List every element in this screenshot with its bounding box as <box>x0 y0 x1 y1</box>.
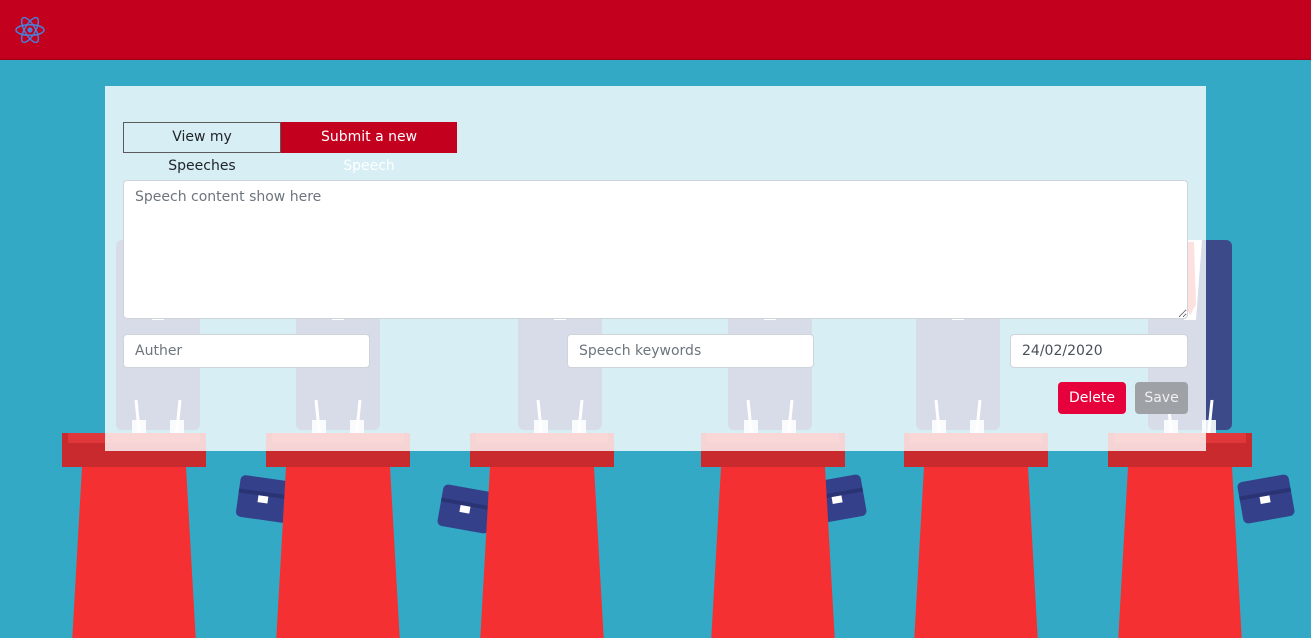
speech-content-textarea[interactable] <box>123 180 1188 319</box>
date-input[interactable] <box>1010 334 1188 368</box>
delete-button[interactable]: Delete <box>1058 382 1126 414</box>
speech-tabs: View my Speeches Submit a new Speech <box>123 122 457 174</box>
author-input[interactable] <box>123 334 370 368</box>
tab-submit-new-speech[interactable]: Submit a new Speech <box>281 122 457 174</box>
tab-view-my-speeches[interactable]: View my Speeches <box>123 122 281 174</box>
speech-form-panel: View my Speeches Submit a new Speech Del… <box>105 86 1206 451</box>
react-atom-icon[interactable] <box>14 14 46 46</box>
top-navbar <box>0 0 1311 60</box>
save-button[interactable]: Save <box>1135 382 1188 414</box>
keywords-input[interactable] <box>567 334 814 368</box>
